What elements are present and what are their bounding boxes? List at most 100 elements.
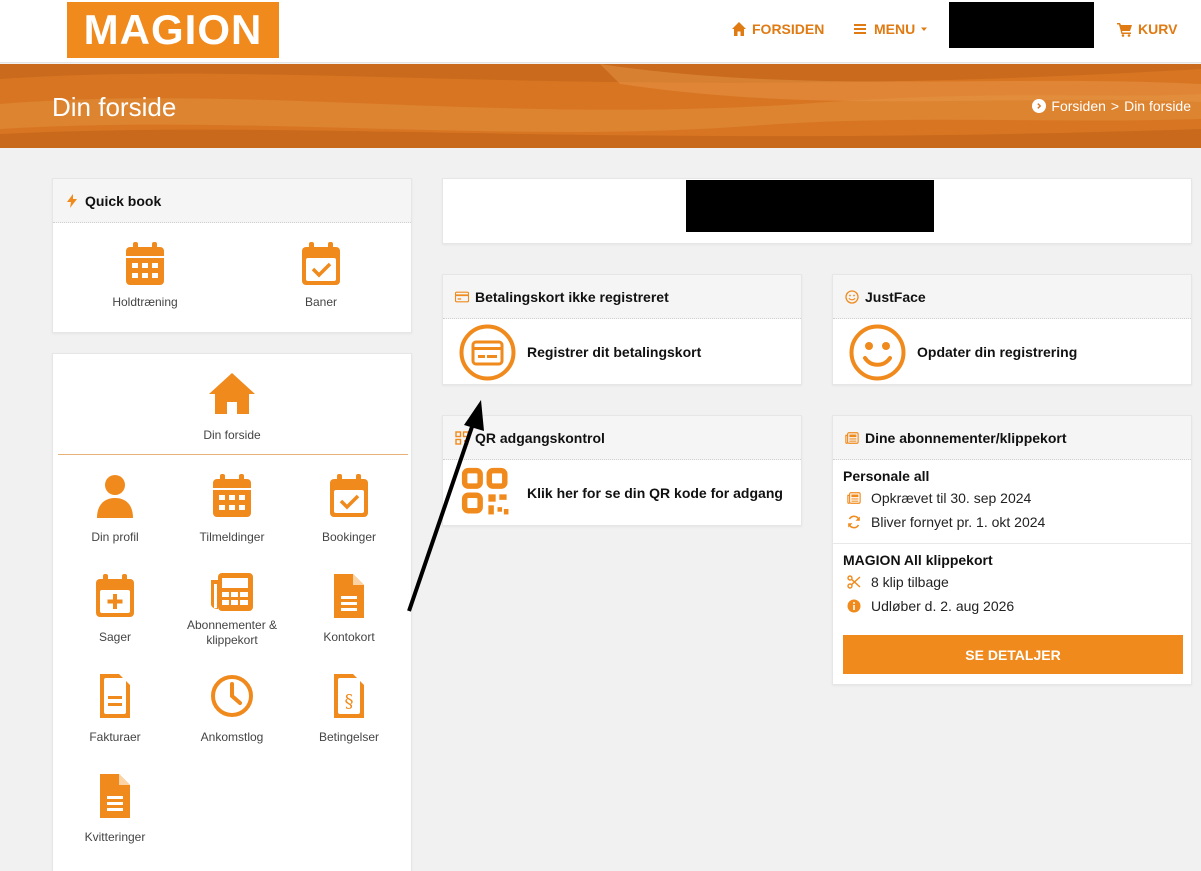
subscription-charged-text: Opkrævet til 30. sep 2024 [871,490,1032,506]
clock-icon [211,675,253,717]
user-icon [97,475,133,518]
scissors-icon [847,575,861,589]
quickbook-baner[interactable]: Baner [281,242,361,309]
menu-item-label: Abonnementer & klippekort [186,618,278,647]
qr-panel: QR adgangskontrol Klik her for se din QR… [442,415,802,526]
qr-title: QR adgangskontrol [475,429,605,446]
receipt-icon [100,774,130,818]
quickbook-item-label: Holdtræning [112,295,178,309]
home-icon [732,22,746,36]
nav-home-link[interactable]: FORSIDEN [731,20,824,38]
menu-tilmeldinger[interactable]: Tilmeldinger [172,474,292,545]
menu-kvitteringer[interactable]: Kvitteringer [55,774,175,845]
subscription-expiry-text: Udløber d. 2. aug 2026 [871,598,1015,614]
sidemenu-card: Din forside Din profil Tilmeldinger Book… [52,353,412,871]
justface-title: JustFace [865,288,926,305]
subscription-charged-row: Opkrævet til 30. sep 2024 [847,486,1191,510]
svg-text:§: § [345,691,354,712]
update-justface-link[interactable]: Opdater din registrering [833,320,1191,384]
calendar-grid-icon [213,474,251,517]
subscription-name: Personale all [843,468,930,484]
invoice-icon [100,674,130,718]
newspaper-small-icon [847,492,861,504]
credit-card-icon [455,291,469,302]
home-icon [209,373,255,414]
quickbook-card: Quick book Holdtræning Baner [52,178,412,333]
payment-card-header: Betalingskort ikke registreret [443,275,801,319]
breadcrumb-current: Din forside [1124,98,1191,114]
top-navbar: MAGION FORSIDEN MENU KURV [0,0,1201,63]
menu-din-forside[interactable]: Din forside [172,372,292,443]
page-title: Din forside [52,92,177,122]
calendar-check-icon [330,474,368,517]
register-payment-card-text: Registrer dit betalingskort [527,344,702,360]
qr-small-icon [455,430,469,445]
menu-bookinger[interactable]: Bookinger [289,474,409,545]
nav-home-label: FORSIDEN [752,21,825,37]
subscriptions-title: Dine abonnementer/klippekort [865,429,1067,446]
menu-sager[interactable]: Sager [55,574,175,645]
nav-cart-link[interactable]: KURV [1117,20,1177,38]
menu-ankomstlog[interactable]: Ankomstlog [172,674,292,745]
calendar-plus-icon [96,574,134,617]
payment-card-title: Betalingskort ikke registreret [475,288,669,305]
smiley-icon [845,289,859,304]
see-details-button[interactable]: SE DETALJER [843,635,1183,674]
calendar-grid-icon [126,242,164,285]
redacted-user-area [949,2,1094,48]
info-circle-icon [847,599,861,613]
subscriptions-panel: Dine abonnementer/klippekort Personale a… [832,415,1192,685]
breadcrumb-home-link[interactable]: Forsiden [1051,98,1105,114]
menu-item-label: Kvitteringer [84,830,146,844]
subscription-clips-text: 8 klip tilbage [871,574,949,590]
newspaper-small-icon [845,431,859,444]
subscription-expiry-row: Udløber d. 2. aug 2026 [847,594,1191,618]
caret-down-icon [921,27,928,31]
menu-item-label: Bookinger [321,530,377,544]
menu-home-label: Din forside [203,428,261,442]
menu-item-label: Sager [98,630,132,644]
menu-item-label: Din profil [91,530,139,544]
banner-waves [0,64,1201,148]
subscription-clips-row: 8 klip tilbage [847,570,1191,594]
breadcrumb-separator: > [1110,98,1120,114]
menu-item-label: Fakturaer [89,730,141,744]
menu-item-label: Ankomstlog [200,730,264,744]
quickbook-item-label: Baner [304,295,338,309]
bolt-icon [67,193,77,208]
document-icon [334,574,364,618]
justface-header: JustFace [833,275,1191,319]
menu-divider [58,454,408,455]
terms-document-icon: § [334,674,364,718]
menu-kontokort[interactable]: Kontokort [289,574,409,645]
page-banner: Din forside Forsiden > Din forside [0,64,1201,148]
qr-code-icon [461,467,509,515]
quickbook-title: Quick book [85,192,162,209]
magion-logo[interactable]: MAGION [67,2,279,58]
update-justface-text: Opdater din registrering [917,344,1078,360]
menu-fakturaer[interactable]: Fakturaer [55,674,175,745]
show-qr-code-text: Klik her for se din QR kode for adgang [527,485,783,501]
cart-icon [1117,23,1132,37]
menu-abonnementer[interactable]: Abonnementer & klippekort [172,572,292,648]
hamburger-icon [854,24,866,34]
register-payment-card-link[interactable]: Registrer dit betalingskort [443,320,801,384]
subscription-personale: Personale all Opkrævet til 30. sep 2024 … [833,468,1191,534]
menu-item-label: Betingelser [318,730,380,744]
subscription-divider [833,543,1191,544]
quickbook-holdtraening[interactable]: Holdtræning [103,242,187,309]
show-qr-code-link[interactable]: Klik her for se din QR kode for adgang [443,461,801,525]
subscription-name: MAGION All klippekort [843,552,993,568]
nav-menu-label: MENU [874,21,916,37]
redacted-block [686,180,934,232]
calendar-check-icon [302,242,340,285]
credit-card-circle-icon [459,324,516,381]
menu-item-label: Kontokort [323,630,375,644]
nav-menu-dropdown[interactable]: MENU [853,20,928,38]
nav-cart-label: KURV [1138,21,1178,37]
menu-betingelser[interactable]: § Betingelser [289,674,409,745]
menu-item-label: Tilmeldinger [199,530,265,544]
subscription-renew-text: Bliver fornyet pr. 1. okt 2024 [871,514,1046,530]
breadcrumb: Forsiden > Din forside [1032,98,1191,114]
menu-din-profil[interactable]: Din profil [55,474,175,545]
